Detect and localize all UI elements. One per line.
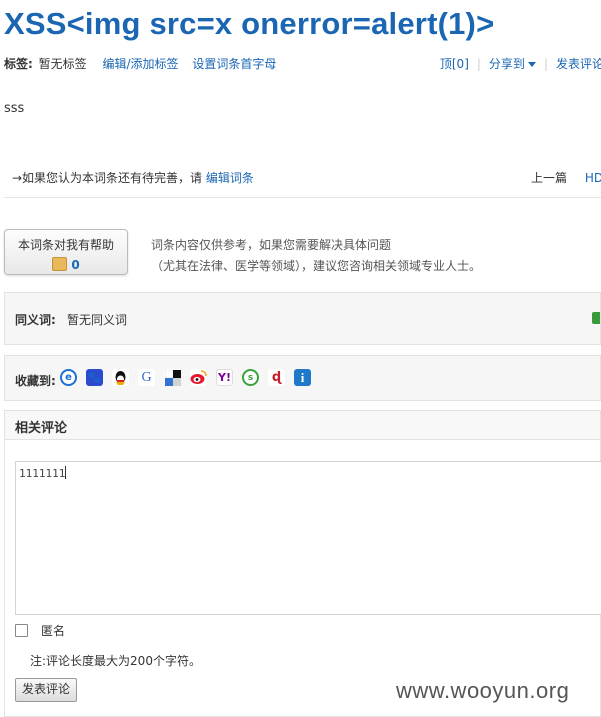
anonymous-label: 匿名: [41, 624, 66, 638]
qq-icon[interactable]: [112, 369, 129, 386]
synonyms-label: 同义词:: [15, 313, 56, 327]
add-synonym-icon[interactable]: [592, 312, 600, 324]
info-icon[interactable]: i: [294, 369, 311, 386]
page-title: XSS<img src=x onerror=alert(1)>: [4, 6, 495, 41]
share-dropdown[interactable]: 分享到: [489, 57, 536, 71]
synonyms-panel: 同义词: 暂无同义词: [4, 292, 601, 345]
edit-tags-link[interactable]: 编辑/添加标签: [102, 57, 178, 71]
anonymous-option[interactable]: 匿名: [15, 622, 65, 639]
disclaimer-line: （尤其在法律、医学等领域），建议您咨询相关领域专业人士。: [151, 259, 482, 273]
qq-bookmark-icon[interactable]: ɖ: [268, 369, 285, 386]
share-label: 分享到: [488, 57, 525, 71]
baidu-icon[interactable]: 🐾: [86, 369, 103, 386]
action-links: 顶[0] | 分享到 | 发表评论: [440, 55, 601, 72]
edit-prompt: →如果您认为本词条还有待完善，请 编辑词条: [12, 169, 254, 186]
delicious-icon[interactable]: [164, 369, 181, 386]
disclaimer-line: 词条内容仅供参考，如果您需要解决具体问题: [151, 238, 392, 252]
prev-entry-link[interactable]: HDW: [585, 171, 601, 185]
google-icon[interactable]: G: [138, 369, 155, 386]
tags-label: 标签:: [4, 57, 33, 71]
comment-text: 1111111: [19, 467, 66, 480]
entry-content: sss: [4, 101, 25, 116]
post-comment-link[interactable]: 发表评论: [556, 57, 601, 71]
comment-textarea[interactable]: 1111111: [15, 461, 601, 615]
comments-header: 相关评论: [5, 411, 600, 440]
disclaimer: 词条内容仅供参考，如果您需要解决具体问题 （尤其在法律、医学等领域），建议您咨询…: [151, 235, 481, 277]
helpful-button[interactable]: 本词条对我有帮助 0: [4, 229, 128, 275]
edit-entry-link[interactable]: 编辑词条: [206, 171, 254, 185]
sina-weibo-icon[interactable]: [190, 369, 207, 386]
comments-section: 相关评论 1111111 匿名 注:评论长度最大为200个字符。 发表评论: [4, 410, 601, 717]
prev-label: 上一篇: [531, 171, 568, 185]
yahoo-icon[interactable]: Y!: [216, 369, 233, 386]
favorites-label: 收藏到:: [15, 374, 56, 388]
anonymous-checkbox[interactable]: [15, 624, 28, 637]
tags-empty-text: 暂无标签: [38, 57, 87, 71]
ie-favorite-icon[interactable]: e: [60, 369, 77, 386]
comment-length-note: 注:评论长度最大为200个字符。: [30, 654, 201, 668]
comments-heading: 相关评论: [15, 421, 68, 436]
helpful-count: 0: [71, 258, 80, 272]
watermark: www.wooyun.org: [396, 678, 570, 703]
entry-nav: 上一篇 HDW: [531, 169, 601, 186]
edit-prompt-text: →如果您认为本词条还有待完善，请: [12, 171, 203, 185]
divider: |: [476, 57, 481, 71]
thumbs-up-icon: [52, 257, 68, 271]
favorites-icons: e 🐾 G Y! s ɖ i: [60, 369, 320, 386]
set-initial-link[interactable]: 设置词条首字母: [192, 57, 276, 71]
favorites-panel: 收藏到: e 🐾 G Y! s ɖ i: [4, 355, 601, 401]
upvote-link[interactable]: 顶[0]: [440, 57, 469, 71]
chevron-down-icon: [527, 62, 536, 67]
text-cursor: [65, 466, 67, 479]
tag-bar: 标签: 暂无标签 编辑/添加标签 设置词条首字母 顶[0] | 分享到 | 发表评论: [4, 55, 601, 73]
helpful-count-wrap: 0: [52, 257, 80, 272]
sohu-icon[interactable]: s: [242, 369, 259, 386]
divider: |: [543, 57, 548, 71]
helpful-label: 本词条对我有帮助: [17, 238, 114, 252]
synonyms-value: 暂无同义词: [67, 313, 128, 327]
divider: [4, 197, 601, 198]
submit-comment-button[interactable]: 发表评论: [15, 678, 78, 702]
